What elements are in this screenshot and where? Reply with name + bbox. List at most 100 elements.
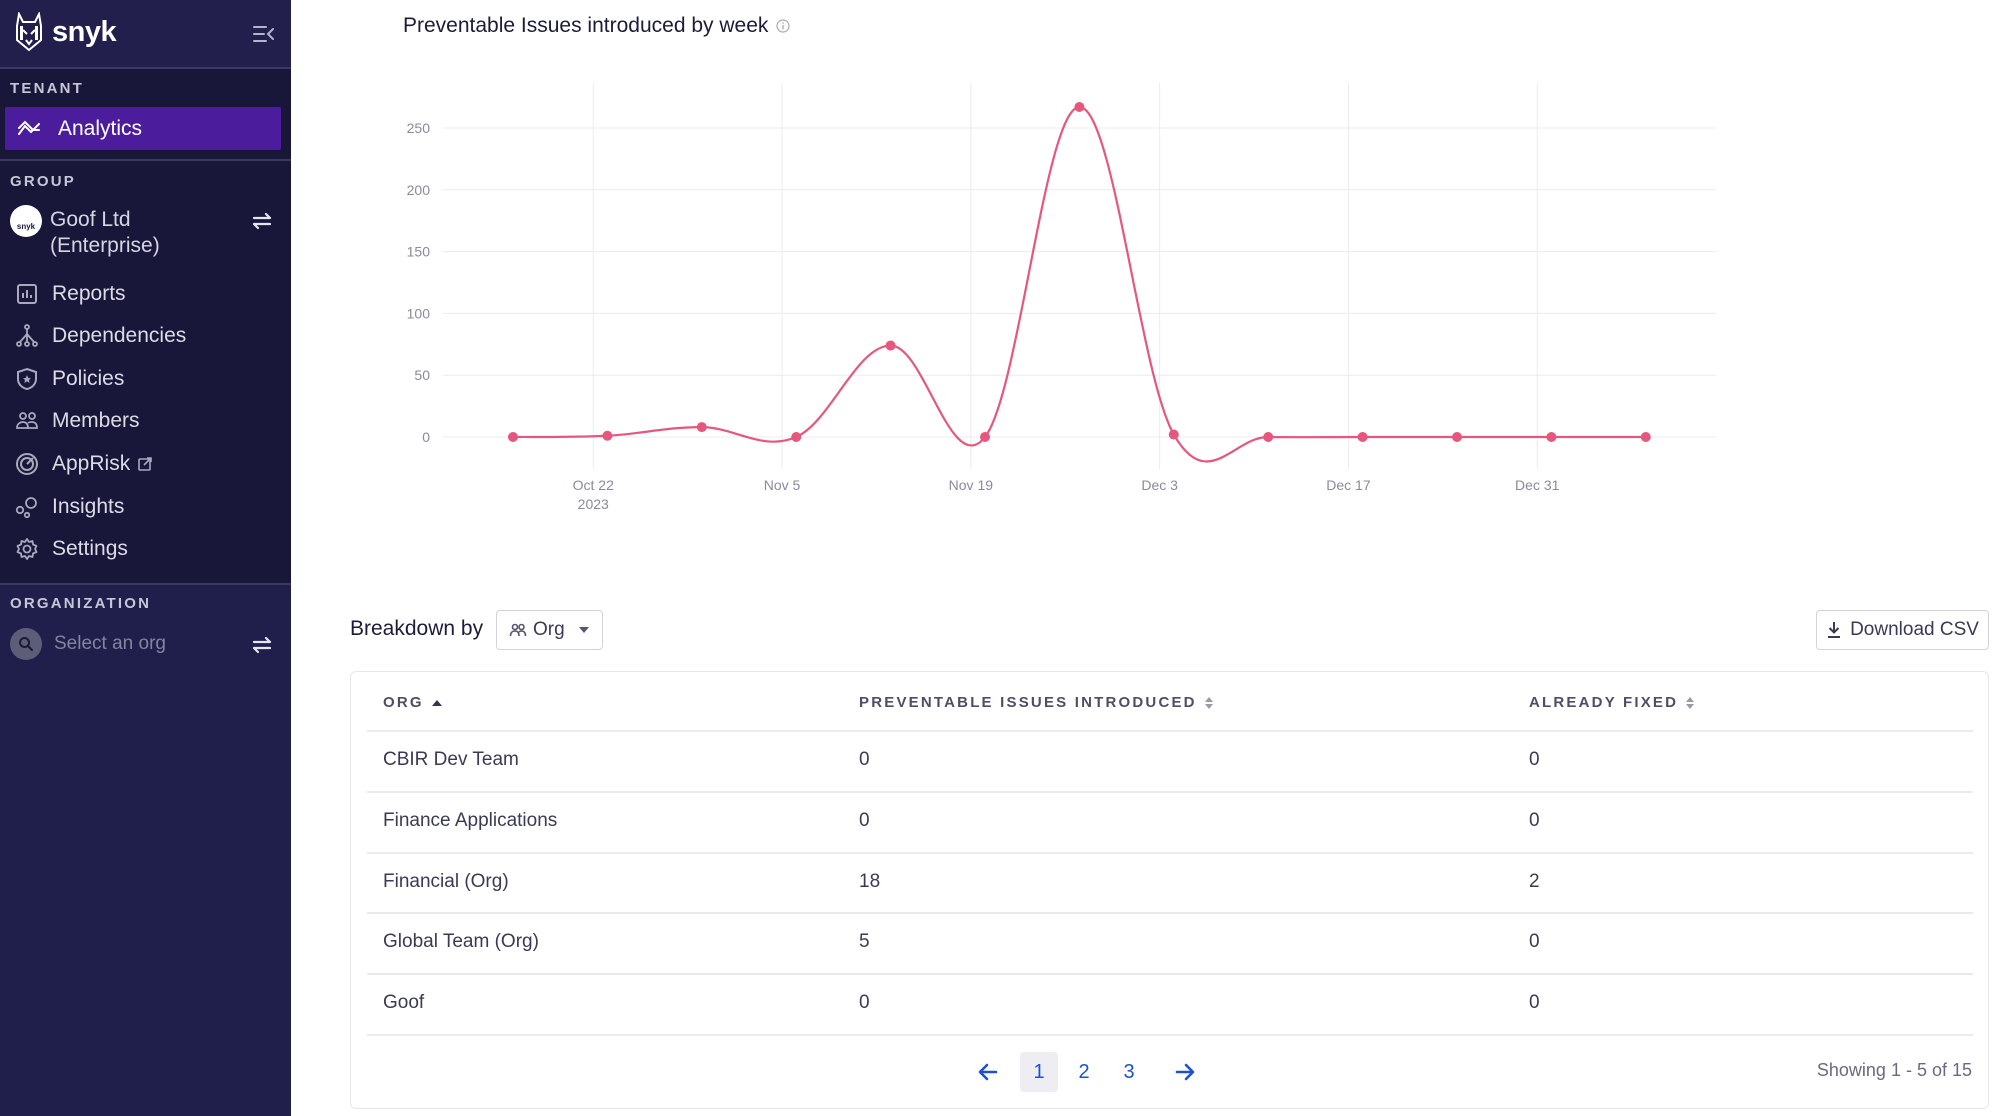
y-tick-label: 150 (407, 244, 431, 260)
snyk-dog-icon (16, 12, 42, 52)
y-tick-label: 0 (422, 429, 430, 445)
sort-icon (1204, 696, 1213, 709)
org-selector[interactable]: Select an org (10, 627, 282, 661)
organization-section: ORGANIZATION Select an org (0, 583, 291, 1116)
collapse-sidebar-button[interactable] (252, 23, 276, 45)
data-point (1452, 432, 1462, 442)
data-point (508, 432, 518, 442)
previous-page-arrow-icon[interactable] (976, 1060, 1000, 1084)
policies-icon (14, 366, 40, 392)
data-point (602, 430, 613, 441)
x-tick-label: Nov 19 (949, 477, 994, 493)
search-icon (10, 628, 42, 660)
x-tick-label: Dec 31 (1515, 477, 1560, 493)
preventable-issues-cell: 5 (859, 931, 870, 952)
sidebar: snyk TENANT Analytics GROUP snyk Goof Lt… (0, 0, 291, 1116)
preventable-issues-cell: 0 (859, 749, 870, 770)
org-name-cell: Finance Applications (383, 810, 558, 831)
table-row: Finance Applications 0 0 (367, 791, 1973, 852)
already-fixed-cell: 2 (1529, 871, 1540, 892)
collapse-menu-icon (253, 26, 274, 42)
sidebar-item-settings[interactable]: Settings (14, 532, 279, 566)
table-row: Financial (Org) 18 2 (367, 852, 1973, 913)
chevron-down-icon (578, 627, 589, 633)
x-tick-label: Dec 17 (1326, 477, 1371, 493)
x-tick-sublabel: 2023 (578, 496, 609, 512)
switch-org-icon[interactable] (250, 635, 274, 655)
members-icon (14, 408, 40, 434)
pagination-summary: Showing 1 - 5 of 15 (1816, 1060, 1972, 1080)
group-selector[interactable]: snyk Goof Ltd (Enterprise) (10, 205, 285, 261)
y-tick-label: 200 (407, 182, 431, 198)
org-name-cell: Goof (383, 992, 425, 1013)
reports-icon (14, 281, 40, 307)
sidebar-item-analytics[interactable]: Analytics (5, 107, 281, 150)
sidebar-item-dependencies[interactable]: Dependencies (14, 319, 279, 353)
table-row: CBIR Dev Team 0 0 (367, 730, 1973, 791)
data-point (696, 422, 707, 433)
data-point (1168, 429, 1179, 440)
sidebar-item-insights[interactable]: Insights (14, 490, 279, 524)
preventable-issues-cell: 0 (859, 992, 870, 1013)
org-search-placeholder: Select an org (54, 633, 166, 654)
already-fixed-cell: 0 (1529, 931, 1540, 952)
data-point (1546, 432, 1557, 442)
apprisk-icon (14, 451, 40, 477)
column-header-already-fixed[interactable]: ALREADY FIXED (1529, 694, 1695, 711)
switch-group-icon[interactable] (250, 211, 274, 231)
table-footer-divider (367, 1034, 1973, 1036)
x-tick-label: Oct 22 (573, 477, 614, 493)
sidebar-item-label: Members (52, 409, 140, 432)
sort-ascending-icon (431, 699, 442, 706)
group-avatar: snyk (10, 205, 42, 237)
analytics-icon (18, 120, 40, 135)
group-name: Goof Ltd (Enterprise) (50, 207, 160, 259)
y-tick-label: 100 (407, 305, 431, 321)
next-page-arrow-icon[interactable] (1173, 1060, 1197, 1084)
sidebar-item-policies[interactable]: Policies (14, 362, 279, 396)
column-header-label: PREVENTABLE ISSUES INTRODUCED (859, 694, 1197, 711)
series-line (512, 105, 1646, 463)
y-tick-label: 50 (414, 367, 430, 383)
sidebar-item-members[interactable]: Members (14, 404, 279, 438)
already-fixed-cell: 0 (1529, 810, 1540, 831)
sidebar-item-label: AppRisk (52, 452, 131, 475)
dependencies-icon (14, 323, 40, 349)
sidebar-item-label: Policies (52, 367, 125, 390)
preventable-issues-cell: 0 (859, 810, 870, 831)
y-tick-label: 250 (407, 120, 431, 136)
snyk-logo[interactable]: snyk (14, 12, 117, 52)
preventable-issues-cell: 18 (859, 871, 881, 892)
sidebar-item-label: Settings (52, 537, 128, 560)
sidebar-header: snyk (0, 0, 291, 69)
download-icon (1828, 622, 1841, 638)
pagination: 1 2 3 (0, 1052, 1999, 1092)
sidebar-item-apprisk[interactable]: AppRisk (14, 447, 279, 481)
info-icon[interactable] (776, 19, 790, 33)
brand-name: snyk (52, 15, 117, 48)
already-fixed-cell: 0 (1529, 992, 1540, 1013)
sidebar-item-reports[interactable]: Reports (14, 277, 279, 311)
org-name-cell: Global Team (Org) (383, 931, 539, 952)
sidebar-divider (0, 159, 291, 161)
data-point (1357, 432, 1368, 442)
page-1-button[interactable]: 1 (1020, 1052, 1058, 1092)
group-avatar-text: snyk (16, 221, 36, 231)
breakdown-value: Org (533, 619, 565, 640)
table-row: Goof 0 0 (367, 973, 1973, 1034)
chart-title-text: Preventable Issues introduced by week (403, 14, 769, 37)
breakdown-dropdown[interactable]: Org (496, 610, 603, 650)
page-3-button[interactable]: 3 (1110, 1052, 1148, 1092)
data-point (885, 340, 896, 351)
page-2-button[interactable]: 2 (1065, 1052, 1103, 1092)
sidebar-item-label: Analytics (58, 116, 143, 140)
sidebar-item-label: Insights (52, 495, 125, 518)
data-point (791, 432, 802, 442)
org-name-cell: CBIR Dev Team (383, 749, 519, 770)
sidebar-item-label: Reports (52, 282, 126, 305)
chart-title: Preventable Issues introduced by week (403, 14, 790, 38)
download-csv-button[interactable]: Download CSV (1816, 610, 1989, 650)
column-header-org[interactable]: ORG (383, 694, 442, 711)
column-header-preventable-issues[interactable]: PREVENTABLE ISSUES INTRODUCED (859, 694, 1213, 711)
sort-icon (1686, 696, 1695, 709)
